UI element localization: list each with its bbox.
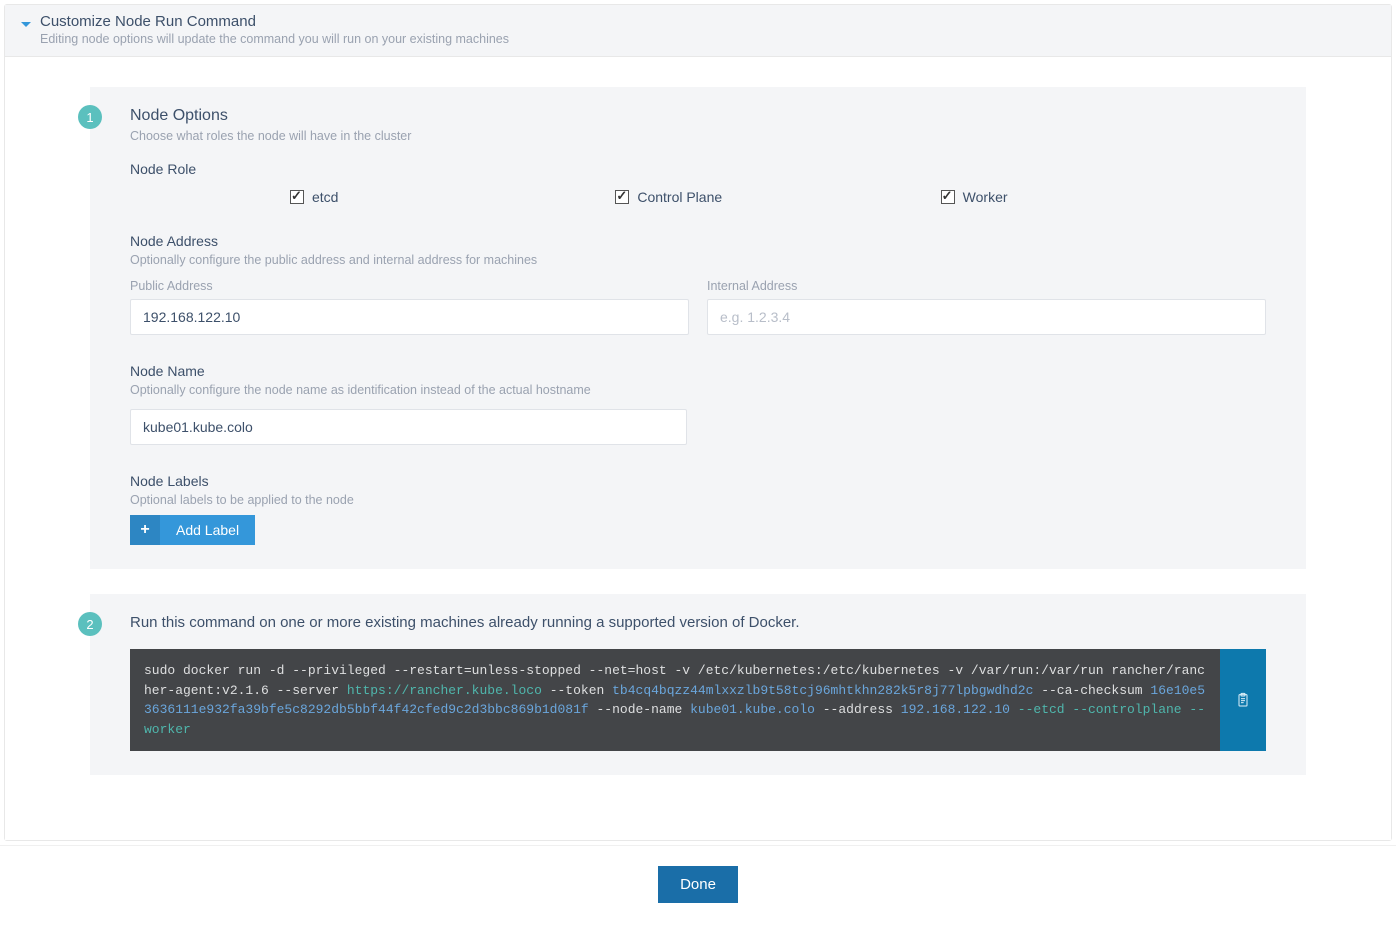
internal-address-label: Internal Address (707, 279, 1266, 293)
role-controlplane-label: Control Plane (637, 189, 722, 205)
add-label-text: Add Label (160, 515, 255, 545)
cmd-p3: --ca-checksum (1033, 683, 1150, 698)
public-address-input[interactable] (130, 299, 689, 335)
checkbox-worker[interactable] (941, 190, 955, 204)
done-button[interactable]: Done (658, 866, 738, 903)
node-options-title: Node Options (130, 107, 1266, 125)
role-etcd-label: etcd (312, 189, 338, 205)
role-etcd[interactable]: etcd (290, 189, 615, 205)
public-address-label: Public Address (130, 279, 689, 293)
cmd-server: https://rancher.kube.loco (347, 683, 542, 698)
node-name-heading: Node Name (130, 363, 1266, 379)
node-name-subtitle: Optionally configure the node name as id… (130, 383, 1266, 397)
internal-address-input[interactable] (707, 299, 1266, 335)
step-2-panel: 2 Run this command on one or more existi… (90, 594, 1306, 775)
role-controlplane[interactable]: Control Plane (615, 189, 940, 205)
node-labels-heading: Node Labels (130, 473, 1266, 489)
cmd-p4: --node-name (589, 702, 690, 717)
step-2-instruction: Run this command on one or more existing… (130, 614, 1266, 631)
cmd-p5: --address (815, 702, 901, 717)
header-subtitle: Editing node options will update the com… (40, 32, 1376, 46)
cmd-p2: --token (542, 683, 612, 698)
collapsible-header[interactable]: Customize Node Run Command Editing node … (5, 5, 1391, 57)
role-worker-label: Worker (963, 189, 1008, 205)
caret-down-icon (21, 22, 31, 27)
node-address-subtitle: Optionally configure the public address … (130, 253, 1266, 267)
add-label-button[interactable]: + Add Label (130, 515, 255, 545)
checkbox-etcd[interactable] (290, 190, 304, 204)
header-title: Customize Node Run Command (40, 13, 1376, 30)
node-labels-subtitle: Optional labels to be applied to the nod… (130, 493, 1266, 507)
clipboard-icon (1235, 691, 1251, 709)
role-worker[interactable]: Worker (941, 189, 1266, 205)
plus-icon: + (130, 515, 160, 545)
node-role-heading: Node Role (130, 161, 1266, 177)
step-1-panel: 1 Node Options Choose what roles the nod… (90, 87, 1306, 569)
node-name-input[interactable] (130, 409, 687, 445)
checkbox-controlplane[interactable] (615, 190, 629, 204)
command-box[interactable]: sudo docker run -d --privileged --restar… (130, 649, 1220, 751)
step-badge-2: 2 (78, 612, 102, 636)
node-options-subtitle: Choose what roles the node will have in … (130, 129, 1266, 143)
footer: Done (0, 845, 1396, 919)
step-badge-1: 1 (78, 105, 102, 129)
node-address-heading: Node Address (130, 233, 1266, 249)
cmd-address: 192.168.122.10 (901, 702, 1010, 717)
cmd-nodename: kube01.kube.colo (690, 702, 815, 717)
copy-command-button[interactable] (1220, 649, 1266, 751)
cmd-token: tb4cq4bqzz44mlxxzlb9t58tcj96mhtkhn282k5r… (612, 683, 1033, 698)
